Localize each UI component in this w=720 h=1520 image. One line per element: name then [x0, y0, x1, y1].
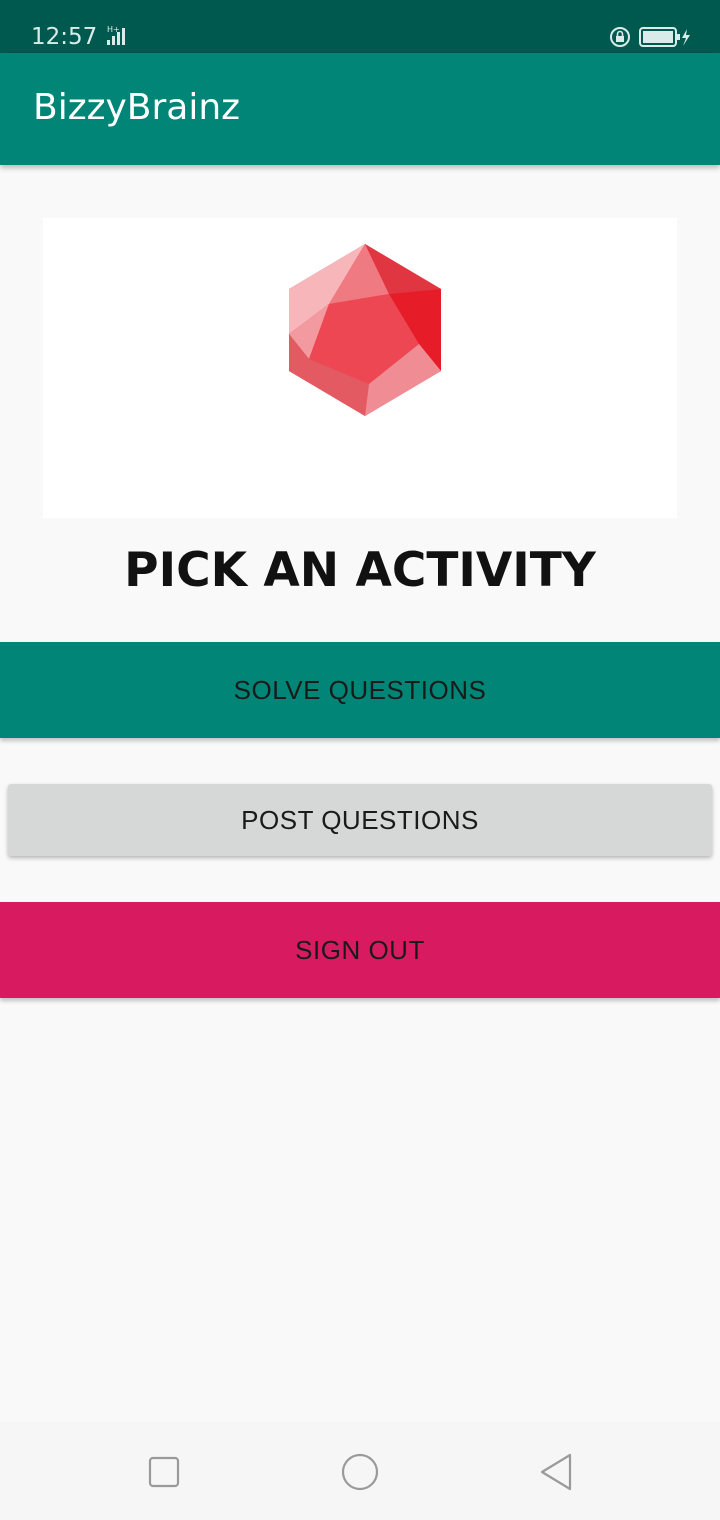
system-nav-bar	[0, 1422, 720, 1520]
recents-square-icon[interactable]	[146, 1448, 182, 1500]
post-questions-label: POST QUESTIONS	[241, 804, 479, 835]
polyhedron-logo-icon	[289, 244, 441, 416]
status-time: 12:57	[31, 24, 98, 50]
solve-questions-label: SOLVE QUESTIONS	[233, 674, 487, 705]
home-circle-icon[interactable]	[340, 1448, 380, 1500]
app-title: BizzyBrainz	[33, 87, 241, 128]
battery-charging-icon	[639, 26, 691, 52]
app-bar: BizzyBrainz	[0, 53, 720, 165]
status-bar: 12:57 H+	[0, 0, 720, 53]
solve-questions-button[interactable]: SOLVE QUESTIONS	[0, 642, 720, 738]
post-questions-button[interactable]: POST QUESTIONS	[8, 784, 712, 856]
sign-out-button[interactable]: SIGN OUT	[0, 902, 720, 998]
bizzybrainz-logo	[43, 218, 677, 518]
rotation-lock-icon	[609, 26, 631, 52]
back-triangle-icon[interactable]	[538, 1448, 574, 1500]
sign-out-label: SIGN OUT	[295, 934, 425, 965]
signal-icon: H+	[97, 24, 133, 50]
page-heading: PICK AN ACTIVITY	[124, 543, 596, 598]
